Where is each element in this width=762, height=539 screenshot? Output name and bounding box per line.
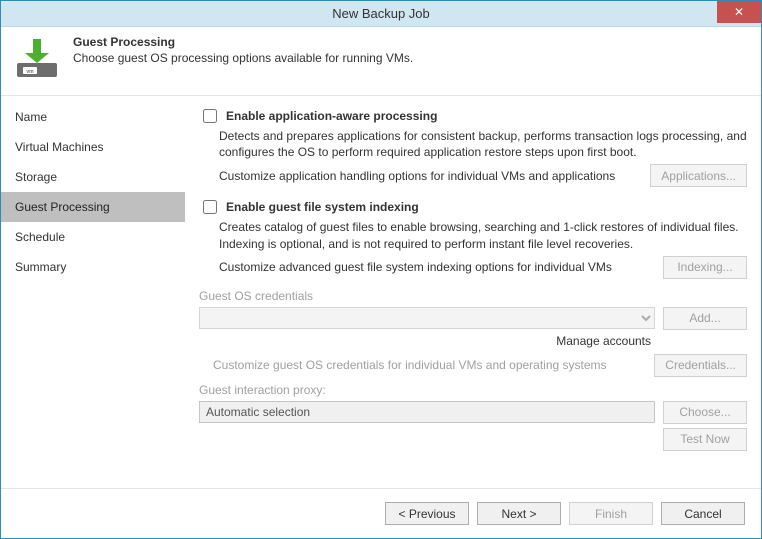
window-title: New Backup Job [332, 6, 430, 21]
sidebar-item-guest-processing[interactable]: Guest Processing [1, 192, 185, 222]
indexing-section: Enable guest file system indexing Create… [199, 197, 747, 278]
sidebar: Name Virtual Machines Storage Guest Proc… [1, 96, 185, 488]
app-aware-description: Detects and prepares applications for co… [219, 128, 747, 160]
sidebar-item-virtual-machines[interactable]: Virtual Machines [1, 132, 185, 162]
credentials-customize-text: Customize guest OS credentials for indiv… [213, 358, 646, 372]
enable-indexing-checkbox[interactable] [203, 200, 217, 214]
app-aware-customize-text: Customize application handling options f… [219, 169, 642, 183]
svg-text:vm: vm [26, 69, 34, 75]
next-button[interactable]: Next > [477, 502, 561, 525]
app-aware-section: Enable application-aware processing Dete… [199, 106, 747, 187]
close-button[interactable]: ✕ [717, 1, 761, 23]
wizard-footer: < Previous Next > Finish Cancel [1, 488, 761, 538]
proxy-value: Automatic selection [199, 401, 655, 423]
page-title: Guest Processing [73, 35, 413, 49]
titlebar: New Backup Job ✕ [1, 1, 761, 27]
manage-accounts-link[interactable]: Manage accounts [556, 334, 651, 348]
indexing-button[interactable]: Indexing... [663, 256, 747, 279]
indexing-description: Creates catalog of guest files to enable… [219, 219, 747, 251]
enable-indexing-label: Enable guest file system indexing [226, 200, 419, 214]
enable-app-aware-label: Enable application-aware processing [226, 109, 437, 123]
wizard-header: vm Guest Processing Choose guest OS proc… [1, 27, 761, 95]
content-panel: Enable application-aware processing Dete… [185, 96, 761, 488]
enable-app-aware-checkbox[interactable] [203, 109, 217, 123]
add-credentials-button[interactable]: Add... [663, 307, 747, 330]
cancel-button[interactable]: Cancel [661, 502, 745, 525]
choose-proxy-button[interactable]: Choose... [663, 401, 747, 424]
proxy-label: Guest interaction proxy: [199, 383, 747, 397]
sidebar-item-schedule[interactable]: Schedule [1, 222, 185, 252]
credentials-group-label: Guest OS credentials [199, 289, 747, 303]
applications-button[interactable]: Applications... [650, 164, 747, 187]
test-now-button[interactable]: Test Now [663, 428, 747, 451]
credentials-button[interactable]: Credentials... [654, 354, 747, 377]
sidebar-item-name[interactable]: Name [1, 102, 185, 132]
page-subtitle: Choose guest OS processing options avail… [73, 51, 413, 65]
credentials-select[interactable] [199, 307, 655, 329]
indexing-customize-text: Customize advanced guest file system ind… [219, 260, 655, 274]
sidebar-item-summary[interactable]: Summary [1, 252, 185, 282]
close-icon: ✕ [734, 6, 744, 18]
finish-button[interactable]: Finish [569, 502, 653, 525]
previous-button[interactable]: < Previous [385, 502, 469, 525]
wizard-window: New Backup Job ✕ vm Guest Processing Cho… [0, 0, 762, 539]
wizard-body: Name Virtual Machines Storage Guest Proc… [1, 95, 761, 488]
sidebar-item-storage[interactable]: Storage [1, 162, 185, 192]
guest-processing-icon: vm [15, 35, 63, 83]
